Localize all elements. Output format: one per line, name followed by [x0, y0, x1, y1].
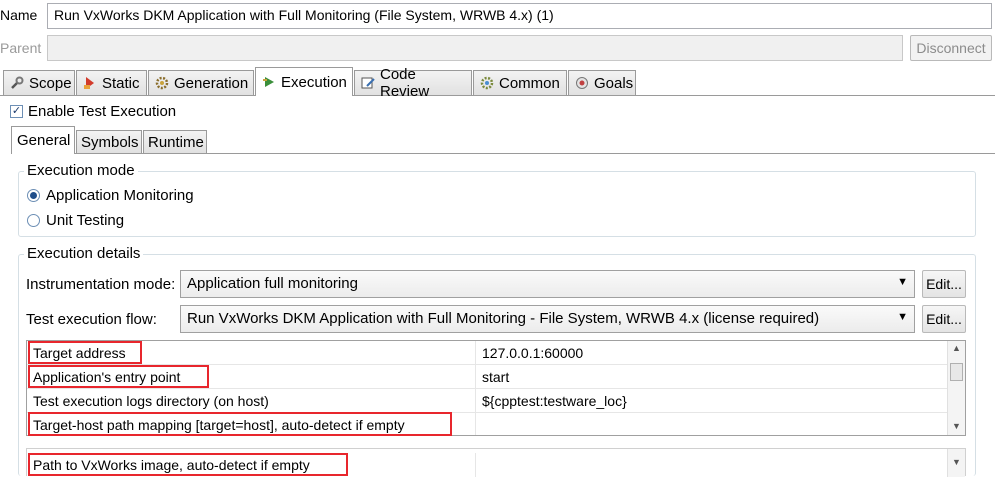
- property-value[interactable]: ${cpptest:testware_loc}: [476, 389, 946, 413]
- instrumentation-mode-select[interactable]: Application full monitoring ▼: [180, 270, 915, 298]
- execution-mode-group: [18, 171, 976, 237]
- enable-test-execution[interactable]: ✓ Enable Test Execution: [10, 103, 176, 120]
- execution-details-title: Execution details: [24, 245, 144, 262]
- enable-test-execution-label: Enable Test Execution: [28, 103, 177, 120]
- main-tab-bar: Scope Static Generation Execution Code R…: [0, 66, 995, 100]
- name-field[interactable]: Run VxWorks DKM Application with Full Mo…: [47, 3, 992, 29]
- radio-button-selected[interactable]: [27, 189, 40, 202]
- radio-button[interactable]: [27, 214, 40, 227]
- subtab-baseline: [11, 153, 995, 154]
- table-scrollbar[interactable]: ▲ ▼: [947, 341, 965, 435]
- property-value[interactable]: [476, 413, 946, 435]
- tab-common[interactable]: Common: [473, 70, 567, 95]
- radio-unit-testing[interactable]: Unit Testing: [27, 212, 124, 229]
- subtab-symbols[interactable]: Symbols: [76, 130, 142, 153]
- tab-scope[interactable]: Scope: [3, 70, 75, 95]
- highlight-target-address: [28, 341, 142, 364]
- tab-code-review[interactable]: Code Review: [354, 66, 472, 100]
- tab-static[interactable]: Static: [76, 70, 147, 95]
- execution-icon: [262, 75, 276, 89]
- disconnect-button: Disconnect: [910, 35, 992, 61]
- property-key: Test execution logs directory (on host): [27, 389, 476, 413]
- execution-mode-title: Execution mode: [24, 162, 138, 179]
- tab-goals[interactable]: Goals: [568, 70, 636, 95]
- instrumentation-mode-label: Instrumentation mode:: [26, 276, 176, 293]
- table-row[interactable]: Test execution logs directory (on host) …: [27, 389, 948, 413]
- dropdown-arrow-icon: ▼: [897, 311, 908, 323]
- scroll-down-icon[interactable]: ▼: [952, 421, 961, 431]
- goals-icon: [575, 76, 589, 90]
- tab-generation[interactable]: Generation: [148, 70, 254, 95]
- common-gear-icon: [480, 76, 494, 90]
- highlight-path-mapping: [28, 412, 452, 436]
- table-row[interactable]: Target address 127.0.0.1:60000: [27, 341, 948, 365]
- scroll-up-icon[interactable]: ▲: [952, 343, 961, 353]
- highlight-vxworks-image: [28, 453, 348, 476]
- parent-label: Parent: [0, 40, 42, 56]
- code-review-icon: [361, 76, 375, 90]
- wrench-icon: [10, 76, 24, 90]
- subtab-general[interactable]: General: [11, 126, 75, 154]
- gear-icon: [155, 76, 169, 90]
- property-value[interactable]: 127.0.0.1:60000: [476, 341, 946, 365]
- property-value[interactable]: [476, 453, 946, 477]
- radio-application-monitoring[interactable]: Application Monitoring: [27, 187, 194, 204]
- property-value[interactable]: start: [476, 365, 946, 389]
- highlight-entry-point: [28, 365, 209, 388]
- enable-test-execution-checkbox[interactable]: ✓: [10, 105, 23, 118]
- flow-edit-button[interactable]: Edit...: [922, 305, 966, 333]
- scroll-thumb[interactable]: [950, 363, 963, 381]
- dropdown-arrow-icon: ▼: [897, 276, 908, 288]
- subtab-runtime[interactable]: Runtime: [143, 130, 207, 153]
- overflow-scrollbar[interactable]: ▼: [947, 449, 965, 477]
- name-label: Name: [0, 7, 38, 23]
- test-execution-flow-label: Test execution flow:: [26, 311, 157, 328]
- scroll-down-icon[interactable]: ▼: [952, 457, 961, 467]
- tab-execution[interactable]: Execution: [255, 67, 353, 96]
- instrumentation-edit-button[interactable]: Edit...: [922, 270, 966, 298]
- test-execution-flow-select[interactable]: Run VxWorks DKM Application with Full Mo…: [180, 305, 915, 333]
- parent-field: [47, 35, 903, 61]
- static-analysis-icon: [83, 76, 97, 90]
